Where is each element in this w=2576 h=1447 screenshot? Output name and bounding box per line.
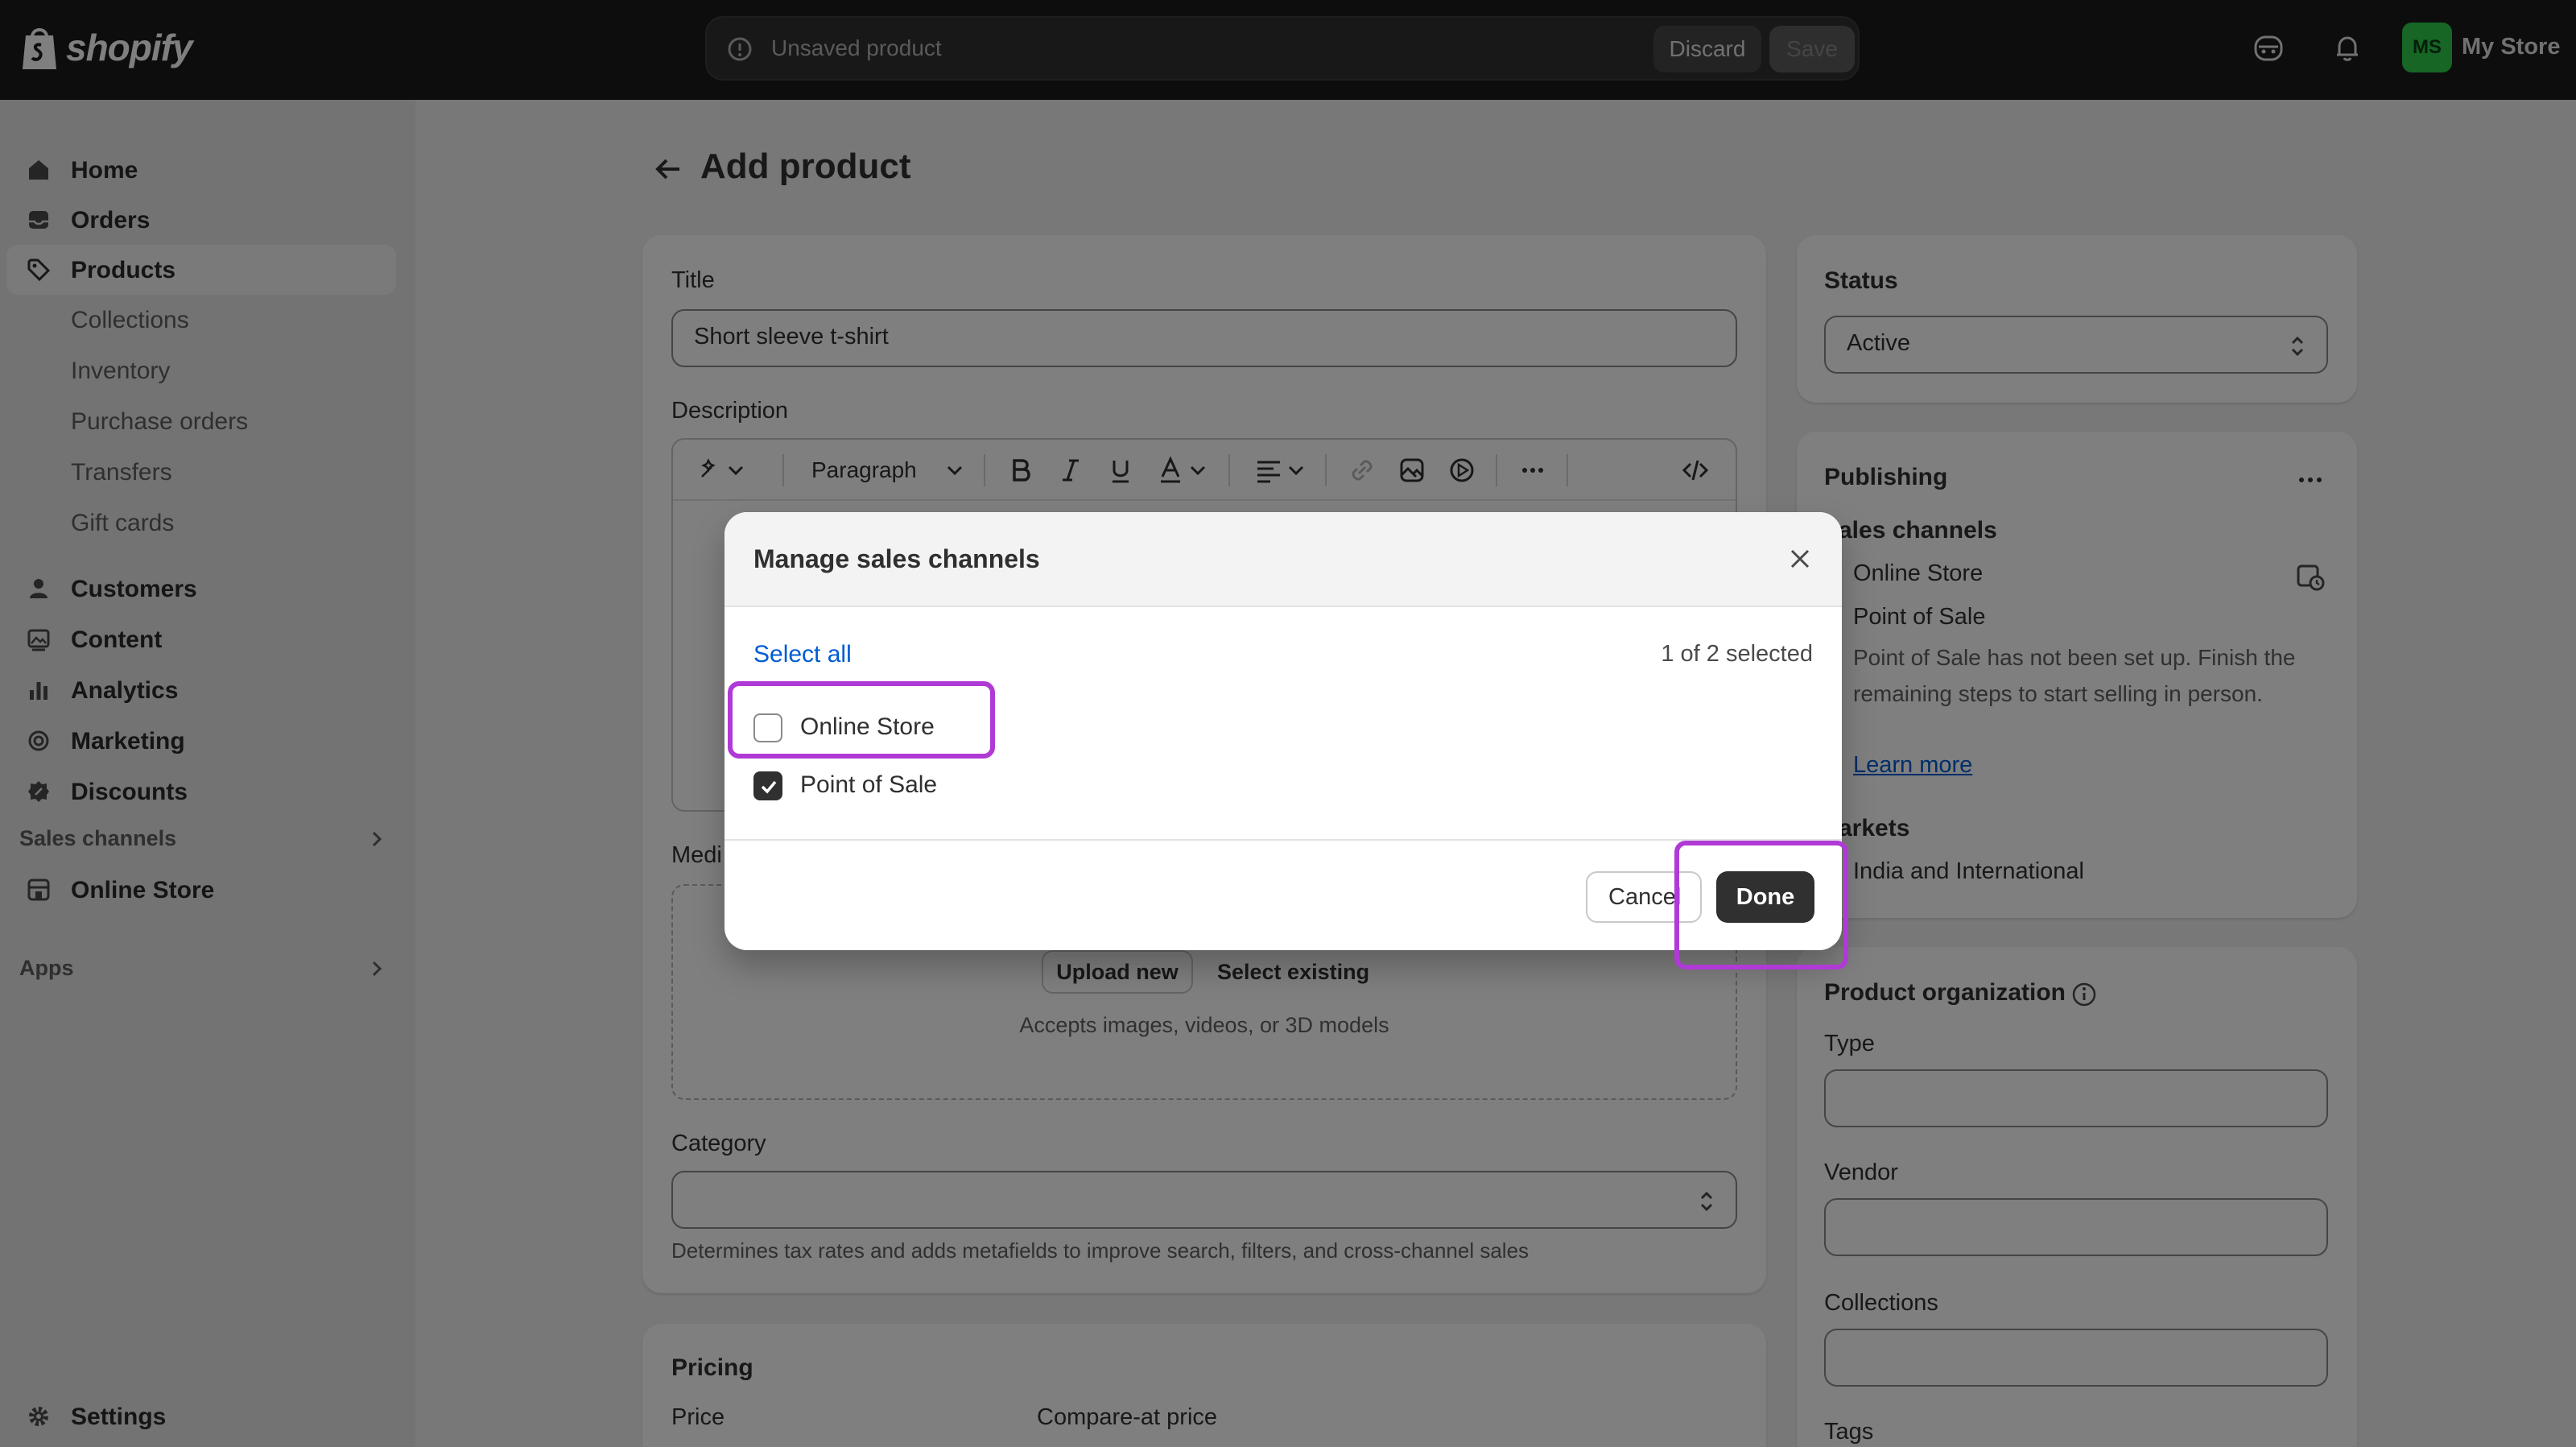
channel-option-point-of-sale[interactable]: Point of Sale bbox=[753, 765, 995, 805]
point-of-sale-checkbox[interactable] bbox=[753, 771, 782, 800]
highlight-done-button bbox=[1674, 841, 1848, 969]
highlight-online-store-option bbox=[728, 681, 995, 759]
dialog-header: Manage sales channels bbox=[724, 512, 1842, 607]
selected-count: 1 of 2 selected bbox=[1661, 641, 1813, 667]
close-icon[interactable] bbox=[1784, 543, 1816, 575]
dialog-title: Manage sales channels bbox=[753, 544, 1040, 573]
select-all-link[interactable]: Select all bbox=[753, 641, 852, 668]
checkmark-icon bbox=[761, 780, 777, 794]
channel-option-label: Point of Sale bbox=[800, 771, 938, 798]
